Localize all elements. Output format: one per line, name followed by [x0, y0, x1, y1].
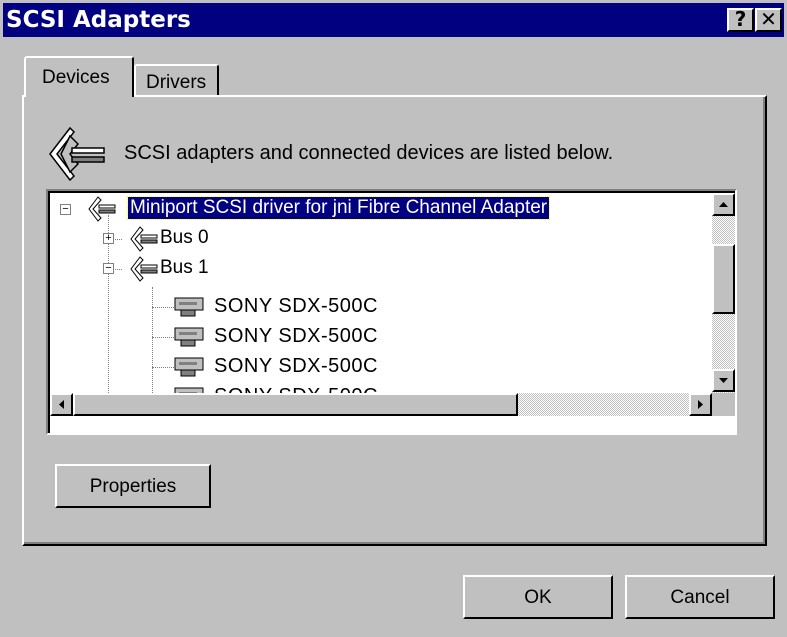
scsi-adapter-icon [49, 126, 105, 182]
tree-line [108, 215, 109, 415]
drive-icon [174, 327, 204, 347]
arrow-up-icon [719, 202, 728, 207]
scroll-up-button[interactable] [712, 193, 735, 216]
tree-item-device[interactable]: SONY SDX-500C [214, 325, 378, 348]
dialog-window: SCSI Adapters ? ✕ Devices Drivers SCSI a… [0, 0, 787, 637]
arrow-right-icon [698, 400, 703, 409]
tab-devices-label: Devices [42, 67, 110, 88]
cancel-button[interactable]: Cancel [625, 575, 775, 619]
window-title: SCSI Adapters [6, 7, 191, 33]
description-text: SCSI adapters and connected devices are … [124, 142, 614, 164]
close-icon: ✕ [760, 7, 777, 31]
device-tree-inner: − Miniport SCSI driver for jni Fibre Cha… [48, 191, 735, 433]
title-bar[interactable]: SCSI Adapters ? ✕ [3, 3, 784, 37]
tab-drivers-label: Drivers [146, 72, 207, 93]
scsi-adapter-icon [130, 226, 158, 252]
device-tree[interactable]: − Miniport SCSI driver for jni Fibre Cha… [46, 189, 737, 435]
help-icon: ? [734, 7, 747, 31]
scsi-adapter-icon [88, 196, 116, 222]
scrollbar-corner [712, 393, 735, 416]
collapse-toggle[interactable]: − [103, 263, 114, 274]
cancel-button-label: Cancel [670, 587, 730, 608]
scsi-adapter-icon [130, 256, 158, 282]
tree-item-device[interactable]: SONY SDX-500C [214, 295, 378, 318]
tree-item-adapter[interactable]: Miniport SCSI driver for jni Fibre Chann… [126, 196, 551, 220]
tree-item-device[interactable]: SONY SDX-500C [214, 355, 378, 378]
tab-joiner [26, 95, 132, 98]
expand-toggle[interactable]: + [103, 233, 114, 244]
close-button[interactable]: ✕ [755, 8, 782, 32]
properties-button-label: Properties [89, 476, 177, 497]
drive-icon [174, 357, 204, 377]
scroll-left-button[interactable] [50, 393, 73, 416]
tree-item-bus-0[interactable]: Bus 0 [160, 227, 209, 249]
ok-button-label: OK [524, 587, 552, 608]
tree-line [152, 287, 153, 407]
scroll-down-button[interactable] [712, 369, 735, 392]
help-button[interactable]: ? [727, 8, 754, 32]
tree-item-bus-1[interactable]: Bus 1 [160, 257, 209, 279]
tab-devices[interactable]: Devices [24, 56, 134, 97]
drive-icon [174, 297, 204, 317]
scroll-thumb[interactable] [73, 393, 518, 416]
arrow-left-icon [59, 400, 64, 409]
tab-drivers[interactable]: Drivers [134, 64, 219, 97]
scroll-right-button[interactable] [689, 393, 712, 416]
ok-button[interactable]: OK [463, 575, 613, 619]
arrow-down-icon [719, 378, 728, 383]
properties-button[interactable]: Properties [55, 464, 211, 508]
scroll-thumb[interactable] [712, 244, 735, 314]
collapse-toggle[interactable]: − [60, 204, 71, 215]
